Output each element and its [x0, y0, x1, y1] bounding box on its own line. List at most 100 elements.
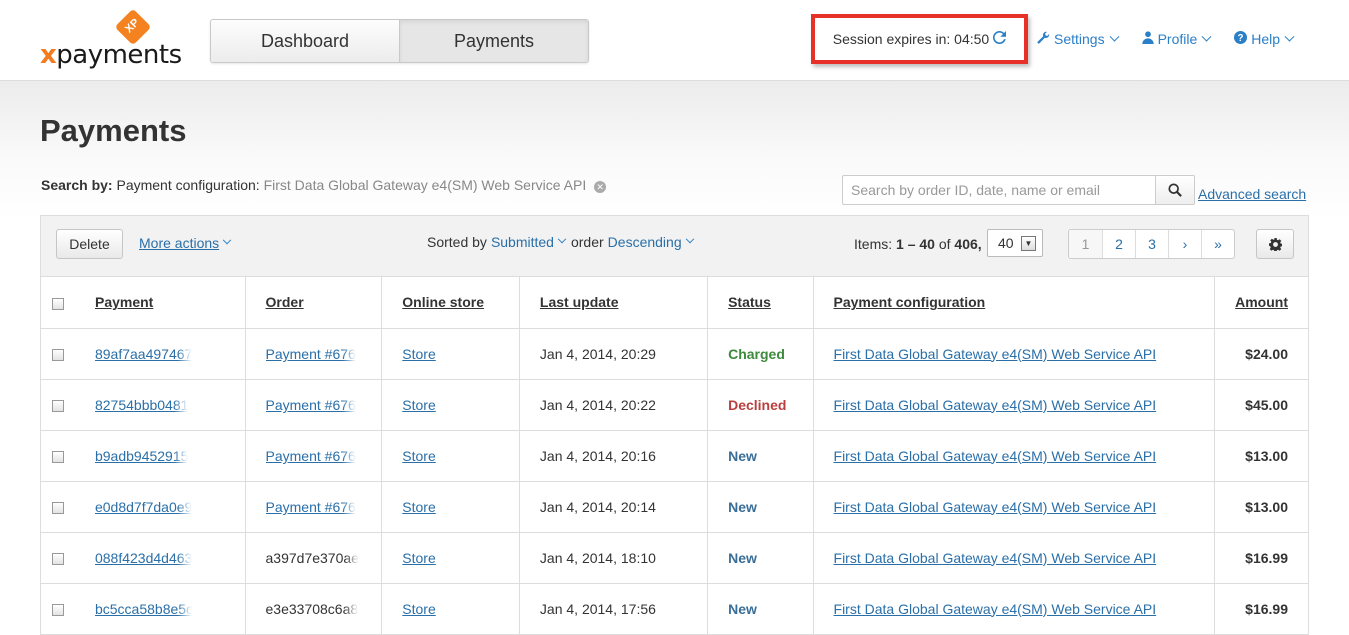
col-config-label: Payment configuration: [833, 294, 986, 311]
col-payment-configuration[interactable]: Payment configuration: [813, 277, 1216, 329]
payment-id-link[interactable]: 82754bbb0481: [95, 397, 188, 413]
col-amount-label: Amount: [1235, 294, 1288, 311]
payment-id-link[interactable]: 89af7aa497467: [95, 346, 192, 362]
payment-config-link[interactable]: First Data Global Gateway e4(SM) Web Ser…: [834, 601, 1157, 617]
last-update-cell: Jan 4, 2014, 18:10: [519, 532, 709, 584]
payment-id-cell: b9adb9452915: [74, 430, 246, 482]
col-payment[interactable]: Payment: [74, 277, 246, 329]
sort-order-dropdown[interactable]: Descending: [608, 234, 694, 250]
help-menu[interactable]: ? Help: [1234, 31, 1295, 47]
user-icon: [1141, 31, 1154, 47]
col-online-store[interactable]: Online store: [381, 277, 520, 329]
per-page-select[interactable]: 40 ▼: [987, 229, 1043, 257]
items-count: Items: 1 – 40 of 406,: [854, 236, 982, 252]
row-checkbox[interactable]: [51, 450, 64, 463]
select-all-checkbox[interactable]: [51, 297, 64, 310]
amount-cell: $16.99: [1214, 583, 1308, 635]
page-1[interactable]: 1: [1069, 230, 1102, 258]
payment-id-cell: 088f423d4d463: [74, 532, 246, 584]
row-select-cell: [41, 379, 75, 431]
per-page-value: 40: [998, 235, 1014, 251]
order-id-text: e3e33708c6a8: [265, 601, 359, 618]
payments-grid: Delete More actions Sorted by Submitted …: [40, 215, 1309, 635]
status-badge: Declined: [707, 379, 814, 431]
last-update-cell: Jan 4, 2014, 20:16: [519, 430, 709, 482]
page-title: Payments: [40, 113, 187, 148]
payment-config-link[interactable]: First Data Global Gateway e4(SM) Web Ser…: [834, 346, 1157, 362]
order-link[interactable]: Payment #676: [266, 499, 356, 515]
page-2[interactable]: 2: [1102, 230, 1135, 258]
tab-dashboard[interactable]: Dashboard: [211, 20, 399, 62]
sort-field-dropdown[interactable]: Submitted: [491, 234, 567, 250]
payment-config-link[interactable]: First Data Global Gateway e4(SM) Web Ser…: [834, 448, 1157, 464]
store-link[interactable]: Store: [402, 448, 435, 464]
payment-id-link[interactable]: b9adb9452915: [95, 448, 188, 464]
chevron-down-icon: [222, 235, 232, 245]
search-input[interactable]: [842, 175, 1156, 205]
items-of: of: [938, 236, 951, 252]
payment-config-cell: First Data Global Gateway e4(SM) Web Ser…: [813, 481, 1216, 533]
col-amount[interactable]: Amount: [1214, 277, 1308, 329]
row-checkbox[interactable]: [51, 501, 64, 514]
settings-menu[interactable]: Settings: [1037, 31, 1120, 47]
last-update-cell: Jan 4, 2014, 17:56: [519, 583, 709, 635]
row-select-cell: [41, 532, 75, 584]
store-cell: Store: [381, 583, 520, 635]
sorted-by-label: Sorted by: [427, 234, 487, 250]
chevron-down-icon: [1109, 31, 1120, 42]
status-badge: New: [707, 430, 814, 482]
col-last-update[interactable]: Last update: [519, 277, 709, 329]
search-button[interactable]: [1155, 175, 1195, 205]
refresh-icon[interactable]: [993, 30, 1007, 47]
payment-id-link[interactable]: e0d8d7f7da0e9: [95, 499, 192, 515]
payment-config-link[interactable]: First Data Global Gateway e4(SM) Web Ser…: [834, 499, 1157, 515]
row-checkbox[interactable]: [51, 552, 64, 565]
last-update-cell: Jan 4, 2014, 20:22: [519, 379, 709, 431]
payment-config-link[interactable]: First Data Global Gateway e4(SM) Web Ser…: [834, 550, 1157, 566]
store-link[interactable]: Store: [402, 601, 435, 617]
row-checkbox[interactable]: [51, 348, 64, 361]
payment-config-cell: First Data Global Gateway e4(SM) Web Ser…: [813, 532, 1216, 584]
col-status-label: Status: [728, 294, 771, 311]
grid-settings-button[interactable]: [1256, 229, 1294, 259]
remove-filter-icon[interactable]: ✕: [594, 181, 607, 193]
items-label: Items:: [854, 236, 893, 252]
tab-payments[interactable]: Payments: [399, 20, 588, 62]
row-checkbox[interactable]: [51, 399, 64, 412]
order-link[interactable]: Payment #676: [266, 397, 356, 413]
filter-name: Payment configuration:: [116, 177, 260, 193]
sort-controls: Sorted by Submitted order Descending: [427, 234, 695, 250]
chevron-down-icon: [685, 234, 694, 244]
payment-id-link[interactable]: 088f423d4d463: [95, 550, 192, 566]
logo-text: xpayments: [40, 40, 182, 70]
store-link[interactable]: Store: [402, 397, 435, 413]
wrench-icon: [1037, 31, 1050, 47]
chevron-down-icon: [1284, 31, 1295, 42]
store-cell: Store: [381, 532, 520, 584]
last-update-cell: Jan 4, 2014, 20:14: [519, 481, 709, 533]
payment-id-link[interactable]: bc5cca58b8e5c: [95, 601, 192, 617]
payment-config-link[interactable]: First Data Global Gateway e4(SM) Web Ser…: [834, 397, 1157, 413]
row-select-cell: [41, 328, 75, 380]
profile-menu[interactable]: Profile: [1141, 31, 1212, 47]
order-link[interactable]: Payment #676: [266, 346, 356, 362]
table-row: 088f423d4d463 a397d7e370ae Store Jan 4, 201…: [41, 532, 1308, 584]
more-actions-link[interactable]: More actions: [139, 235, 232, 251]
row-select-cell: [41, 583, 75, 635]
row-checkbox[interactable]: [51, 603, 64, 616]
header: XP xpayments Dashboard Payments Session …: [0, 0, 1349, 81]
store-link[interactable]: Store: [402, 346, 435, 362]
page-3[interactable]: 3: [1135, 230, 1168, 258]
delete-button[interactable]: Delete: [56, 229, 123, 259]
store-link[interactable]: Store: [402, 499, 435, 515]
payment-config-cell: First Data Global Gateway e4(SM) Web Ser…: [813, 328, 1216, 380]
top-links: Settings Profile ? Help: [1037, 31, 1317, 47]
col-status[interactable]: Status: [707, 277, 814, 329]
last-page[interactable]: »: [1201, 230, 1234, 258]
col-order[interactable]: Order: [245, 277, 383, 329]
xpayments-logo[interactable]: XP xpayments: [40, 8, 182, 70]
next-page[interactable]: ›: [1168, 230, 1201, 258]
order-link[interactable]: Payment #676: [266, 448, 356, 464]
store-link[interactable]: Store: [402, 550, 435, 566]
advanced-search-link[interactable]: Advanced search: [1198, 186, 1306, 202]
